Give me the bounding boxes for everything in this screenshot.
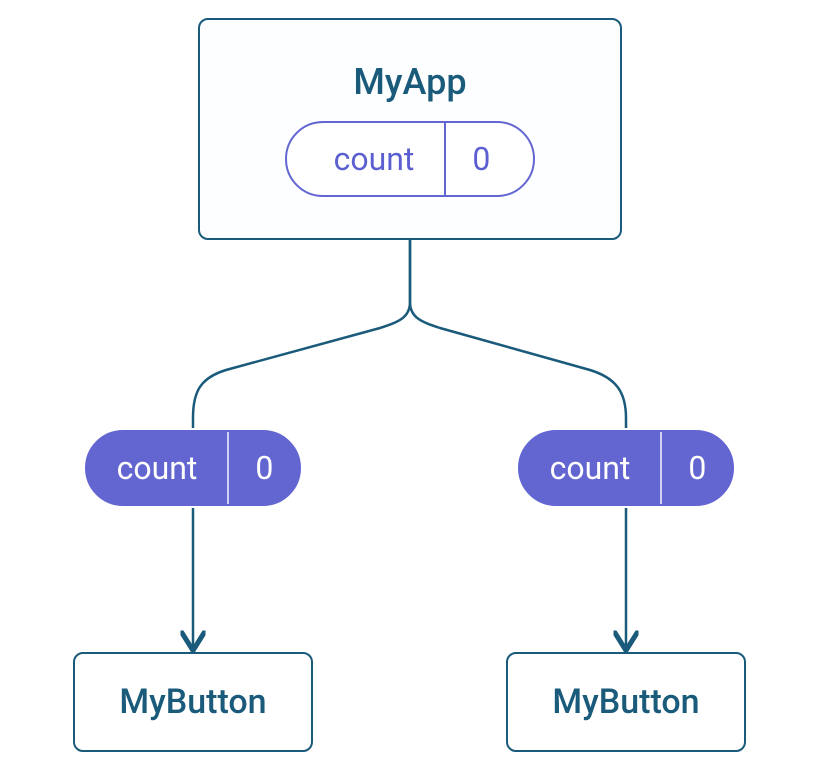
root-state-label: count xyxy=(304,123,445,195)
child-component-box-right: MyButton xyxy=(506,652,746,752)
child-props-value: 0 xyxy=(229,432,299,504)
root-state-pill: count 0 xyxy=(285,121,535,197)
child-props-value: 0 xyxy=(662,432,732,504)
child-props-label: count xyxy=(87,432,228,504)
root-state-value: 0 xyxy=(446,123,516,195)
child-props-pill-left: count 0 xyxy=(73,430,313,506)
child-component-title: MyButton xyxy=(119,682,266,722)
root-component-box: MyApp count 0 xyxy=(198,18,622,240)
root-component-title: MyApp xyxy=(353,61,466,103)
child-props-pill-right: count 0 xyxy=(506,430,746,506)
child-props-label: count xyxy=(520,432,661,504)
child-component-box-left: MyButton xyxy=(73,652,313,752)
child-component-title: MyButton xyxy=(552,682,699,722)
